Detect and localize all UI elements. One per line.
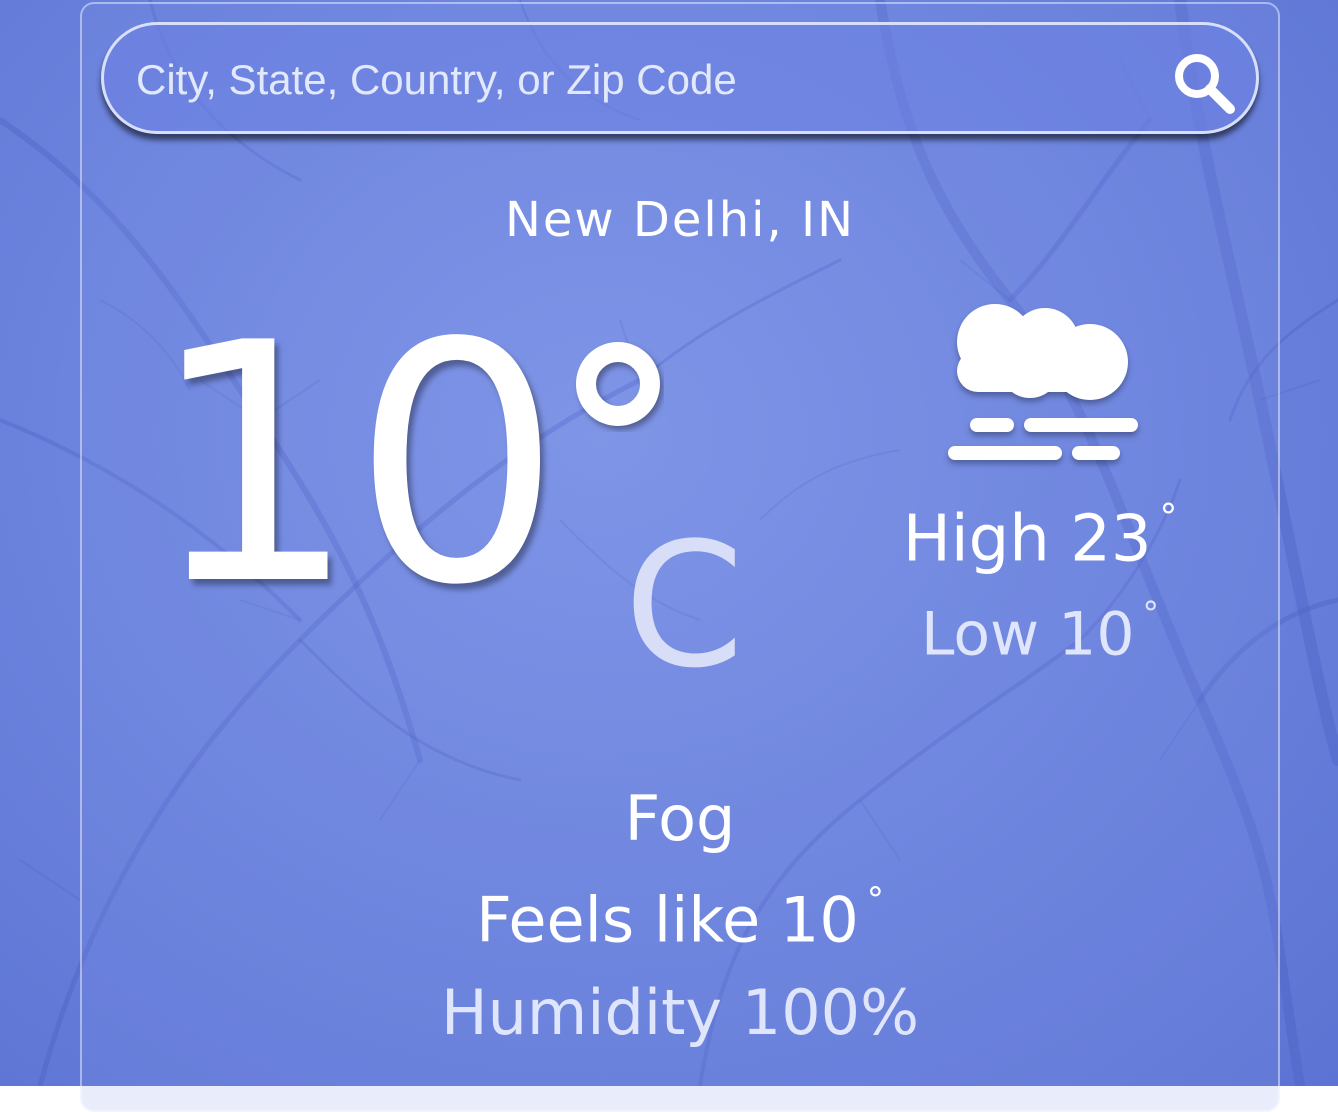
degree-icon: ° [1159, 497, 1178, 538]
feels-like: Feels like 10 ° [380, 880, 980, 957]
temperature-unit: C [624, 505, 745, 706]
current-temperature: 10 [148, 273, 562, 657]
humidity: Humidity 100% [440, 976, 920, 1049]
search-bar [101, 22, 1259, 134]
low-temperature: Low 10 ° [860, 594, 1220, 670]
fog-icon [948, 304, 1138, 460]
feels-like-value: Feels like 10 [476, 883, 859, 957]
degree-icon: ° [1142, 594, 1160, 633]
degree-icon: ° [866, 880, 884, 920]
search-icon[interactable] [1170, 49, 1238, 117]
high-temperature-value: High 23 [902, 502, 1152, 577]
location-name: New Delhi, IN [504, 192, 856, 248]
search-input[interactable] [134, 43, 1138, 117]
degree-icon [576, 342, 660, 426]
weather-condition: Fog [624, 782, 736, 855]
high-temperature: High 23 ° [860, 497, 1220, 577]
low-temperature-value: Low 10 [920, 599, 1135, 670]
